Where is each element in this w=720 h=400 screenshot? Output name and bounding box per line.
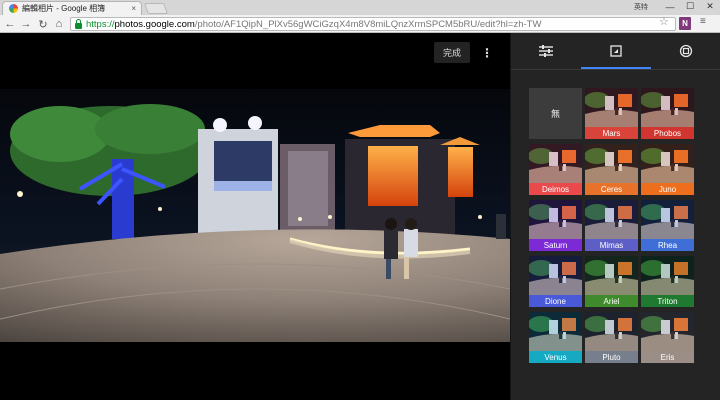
filter-label: Juno: [641, 183, 694, 195]
crop-rotate-icon: [679, 44, 693, 58]
filter-thumbnail[interactable]: Pluto: [585, 312, 638, 363]
filter-preview-image: [585, 312, 638, 351]
new-tab-button[interactable]: [143, 3, 169, 14]
tab-crop-rotate[interactable]: [651, 33, 720, 69]
filter-preview-image: [641, 312, 694, 351]
filter-preview-image: [529, 200, 582, 239]
filter-label: Pluto: [585, 351, 638, 363]
home-icon[interactable]: ⌂: [52, 17, 66, 31]
minimize-icon[interactable]: —: [660, 0, 680, 13]
panorama-photo: [0, 89, 510, 342]
filter-thumbnail[interactable]: Ceres: [585, 144, 638, 195]
tab-title: 編輯相片 - Google 相簿: [22, 4, 106, 13]
forward-icon[interactable]: →: [19, 17, 33, 31]
more-options-icon[interactable]: ⋮: [480, 42, 494, 63]
filter-label: Ceres: [585, 183, 638, 195]
filter-thumbnail[interactable]: Mimas: [585, 200, 638, 251]
done-button[interactable]: 完成: [434, 42, 470, 63]
filter-label: Mimas: [585, 239, 638, 251]
tab-divider: [511, 69, 720, 70]
filter-label: Saturn: [529, 239, 582, 251]
panorama-photo-image: [0, 89, 510, 342]
filter-preview-image: [641, 256, 694, 295]
photo-editor-canvas: 完成 ⋮: [0, 33, 510, 400]
back-icon[interactable]: ←: [3, 17, 17, 31]
google-photos-favicon-icon: [9, 4, 18, 13]
filter-preview-image: [585, 256, 638, 295]
filter-label: Phobos: [641, 127, 694, 139]
url-path: /photo/AF1QipN_PlXv56gWCiGzqX4m8V8miLQnz…: [194, 18, 542, 30]
filter-label: 無: [550, 109, 560, 119]
browser-tab-strip: 編輯相片 - Google 相簿 × 英特 — ☐ ✕: [0, 0, 720, 15]
filter-label: Dione: [529, 295, 582, 307]
secure-lock-icon: [75, 18, 82, 29]
filter-preview-image: [585, 88, 638, 127]
filter-preview-image: [641, 88, 694, 127]
color-filter-icon: [610, 45, 622, 57]
filter-label: Triton: [641, 295, 694, 307]
filter-thumbnail[interactable]: Juno: [641, 144, 694, 195]
filter-thumbnail[interactable]: Saturn: [529, 200, 582, 251]
url-scheme: https://: [86, 18, 115, 30]
filter-thumbnail[interactable]: Ariel: [585, 256, 638, 307]
filter-preview-image: [641, 200, 694, 239]
filter-thumbnail[interactable]: Eris: [641, 312, 694, 363]
profile-button[interactable]: 英特: [626, 1, 656, 13]
filter-preview-image: [641, 144, 694, 183]
browser-toolbar: ← → ↻ ⌂ https://photos.google.com/photo/…: [0, 15, 720, 33]
filter-label: Venus: [529, 351, 582, 363]
reload-icon[interactable]: ↻: [36, 17, 50, 31]
onenote-extension-icon[interactable]: N: [679, 17, 691, 30]
filter-thumbnail[interactable]: 無: [529, 88, 582, 139]
filter-thumbnail[interactable]: Venus: [529, 312, 582, 363]
close-window-icon[interactable]: ✕: [700, 0, 720, 13]
filter-preview-image: [529, 256, 582, 295]
filter-preview-image: [529, 144, 582, 183]
filter-label: Eris: [641, 351, 694, 363]
bookmark-star-icon[interactable]: ☆: [659, 15, 669, 28]
filter-label: Mars: [585, 127, 638, 139]
address-bar[interactable]: https://photos.google.com/photo/AF1QipN_…: [70, 17, 676, 31]
edit-panel: 無 Mars Phobos Deimos Ceres Juno Saturn Mimas Rhe…: [510, 33, 720, 400]
url-host: photos.google.com: [114, 18, 195, 30]
tab-adjust[interactable]: [511, 33, 581, 69]
tab-close-icon[interactable]: ×: [131, 4, 136, 13]
filter-preview-image: [585, 200, 638, 239]
filter-preview-image: [585, 144, 638, 183]
maximize-icon[interactable]: ☐: [680, 0, 700, 13]
filter-preview-image: [529, 312, 582, 351]
filter-label: Rhea: [641, 239, 694, 251]
tab-filters[interactable]: [581, 33, 651, 69]
filter-label: Deimos: [529, 183, 582, 195]
browser-tab[interactable]: 編輯相片 - Google 相簿 ×: [2, 1, 142, 15]
filter-thumbnail[interactable]: Dione: [529, 256, 582, 307]
filter-thumbnail[interactable]: Phobos: [641, 88, 694, 139]
filter-thumbnail[interactable]: Deimos: [529, 144, 582, 195]
browser-menu-icon[interactable]: ≡: [700, 16, 706, 27]
filter-thumbnail[interactable]: Triton: [641, 256, 694, 307]
sliders-icon: [539, 45, 553, 57]
filter-label: Ariel: [585, 295, 638, 307]
filter-thumbnail[interactable]: Rhea: [641, 200, 694, 251]
filter-thumbnail[interactable]: Mars: [585, 88, 638, 139]
